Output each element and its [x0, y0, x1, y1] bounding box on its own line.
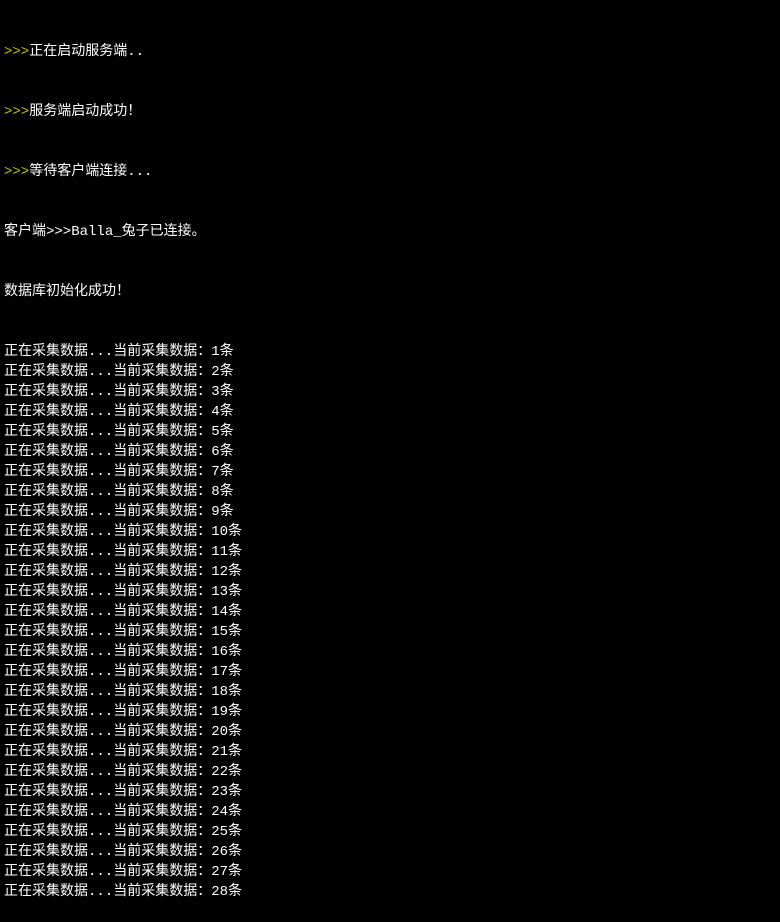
data-line: 正在采集数据...当前采集数据：21条 [4, 742, 776, 762]
line-text: 数据库初始化成功！ [4, 284, 130, 300]
console-output: >>>正在启动服务端.. >>>服务端启动成功！ >>>等待客户端连接... 客… [4, 2, 776, 922]
data-line: 正在采集数据...当前采集数据：28条 [4, 882, 776, 902]
console-line: >>>等待客户端连接... [4, 162, 776, 182]
data-line: 正在采集数据...当前采集数据：6条 [4, 442, 776, 462]
console-line: 数据库初始化成功！ [4, 282, 776, 302]
data-line: 正在采集数据...当前采集数据：19条 [4, 702, 776, 722]
data-line: 正在采集数据...当前采集数据：26条 [4, 842, 776, 862]
client-prefix: 客户端>>> [4, 224, 71, 240]
data-line: 正在采集数据...当前采集数据：14条 [4, 602, 776, 622]
data-line: 正在采集数据...当前采集数据：11条 [4, 542, 776, 562]
console-line: 客户端>>>Balla_兔子已连接。 [4, 222, 776, 242]
data-line: 正在采集数据...当前采集数据：8条 [4, 482, 776, 502]
data-line: 正在采集数据...当前采集数据：16条 [4, 642, 776, 662]
data-line: 正在采集数据...当前采集数据：2条 [4, 362, 776, 382]
data-line: 正在采集数据...当前采集数据：13条 [4, 582, 776, 602]
console-line: >>>正在启动服务端.. [4, 42, 776, 62]
line-text: 等待客户端连接... [29, 164, 152, 180]
data-line: 正在采集数据...当前采集数据：7条 [4, 462, 776, 482]
data-line: 正在采集数据...当前采集数据：3条 [4, 382, 776, 402]
data-line: 正在采集数据...当前采集数据：22条 [4, 762, 776, 782]
data-line: 正在采集数据...当前采集数据：15条 [4, 622, 776, 642]
data-line: 正在采集数据...当前采集数据：10条 [4, 522, 776, 542]
line-text: 正在启动服务端.. [29, 44, 144, 60]
prompt-prefix: >>> [4, 44, 29, 60]
data-line: 正在采集数据...当前采集数据：17条 [4, 662, 776, 682]
data-line: 正在采集数据...当前采集数据：1条 [4, 342, 776, 362]
line-text: 服务端启动成功！ [29, 104, 141, 120]
data-line: 正在采集数据...当前采集数据：4条 [4, 402, 776, 422]
line-text: Balla_兔子已连接。 [71, 224, 205, 240]
data-line: 正在采集数据...当前采集数据：20条 [4, 722, 776, 742]
prompt-prefix: >>> [4, 104, 29, 120]
data-line: 正在采集数据...当前采集数据：24条 [4, 802, 776, 822]
data-lines-container: 正在采集数据...当前采集数据：1条正在采集数据...当前采集数据：2条正在采集… [4, 342, 776, 902]
data-line: 正在采集数据...当前采集数据：12条 [4, 562, 776, 582]
data-line: 正在采集数据...当前采集数据：9条 [4, 502, 776, 522]
console-line: >>>服务端启动成功！ [4, 102, 776, 122]
data-line: 正在采集数据...当前采集数据：18条 [4, 682, 776, 702]
data-line: 正在采集数据...当前采集数据：23条 [4, 782, 776, 802]
data-line: 正在采集数据...当前采集数据：27条 [4, 862, 776, 882]
data-line: 正在采集数据...当前采集数据：25条 [4, 822, 776, 842]
data-line: 正在采集数据...当前采集数据：5条 [4, 422, 776, 442]
prompt-prefix: >>> [4, 164, 29, 180]
